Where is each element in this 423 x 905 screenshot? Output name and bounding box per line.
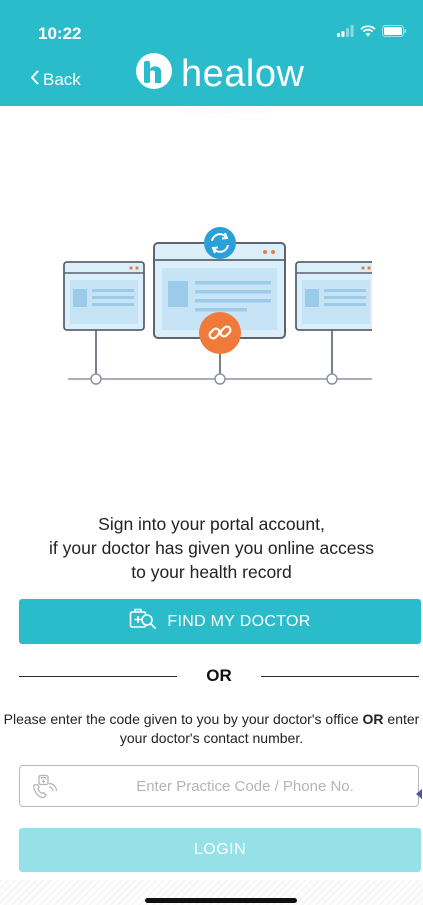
logo-wordmark: healow Health and Online Wellness [181, 52, 305, 115]
home-indicator [145, 898, 297, 903]
find-my-doctor-button[interactable]: FIND MY DOCTOR [19, 599, 421, 644]
healow-logo: healow Health and Online Wellness [135, 52, 305, 115]
practice-code-input[interactable] [80, 766, 410, 806]
intro-text: Sign into your portal account, if your d… [49, 514, 374, 582]
top-bar: 10:22 Back healow Health and Online Well… [0, 0, 423, 115]
practice-code-field[interactable] [19, 765, 419, 807]
logo-text: healow [181, 52, 305, 95]
back-button[interactable]: Back [30, 70, 81, 90]
portal-sync-illustration [60, 225, 377, 395]
login-label: LOGIN [193, 841, 247, 858]
phone-icon [30, 774, 62, 805]
healow-logo-mark [135, 52, 173, 95]
instructions-emphasis: OR [362, 711, 384, 727]
login-button[interactable]: LOGIN [19, 828, 421, 872]
scroll-edge-marker [416, 789, 422, 799]
or-divider: OR [19, 666, 419, 686]
battery-icon [382, 24, 407, 42]
status-icons [337, 24, 407, 42]
divider-line-right [261, 676, 419, 677]
status-time: 10:22 [38, 24, 82, 43]
find-my-doctor-label: FIND MY DOCTOR [167, 612, 311, 630]
back-label: Back [43, 70, 81, 89]
logo-tagline: Health and Online Wellness [183, 107, 269, 115]
wifi-icon [360, 24, 376, 42]
chevron-left-icon [30, 70, 39, 90]
code-instructions: Please enter the code given to you by yo… [0, 710, 423, 748]
instructions-part1: Please enter the code given to you by yo… [3, 711, 363, 727]
doctor-search-icon [129, 607, 157, 636]
signal-icon [337, 24, 354, 42]
